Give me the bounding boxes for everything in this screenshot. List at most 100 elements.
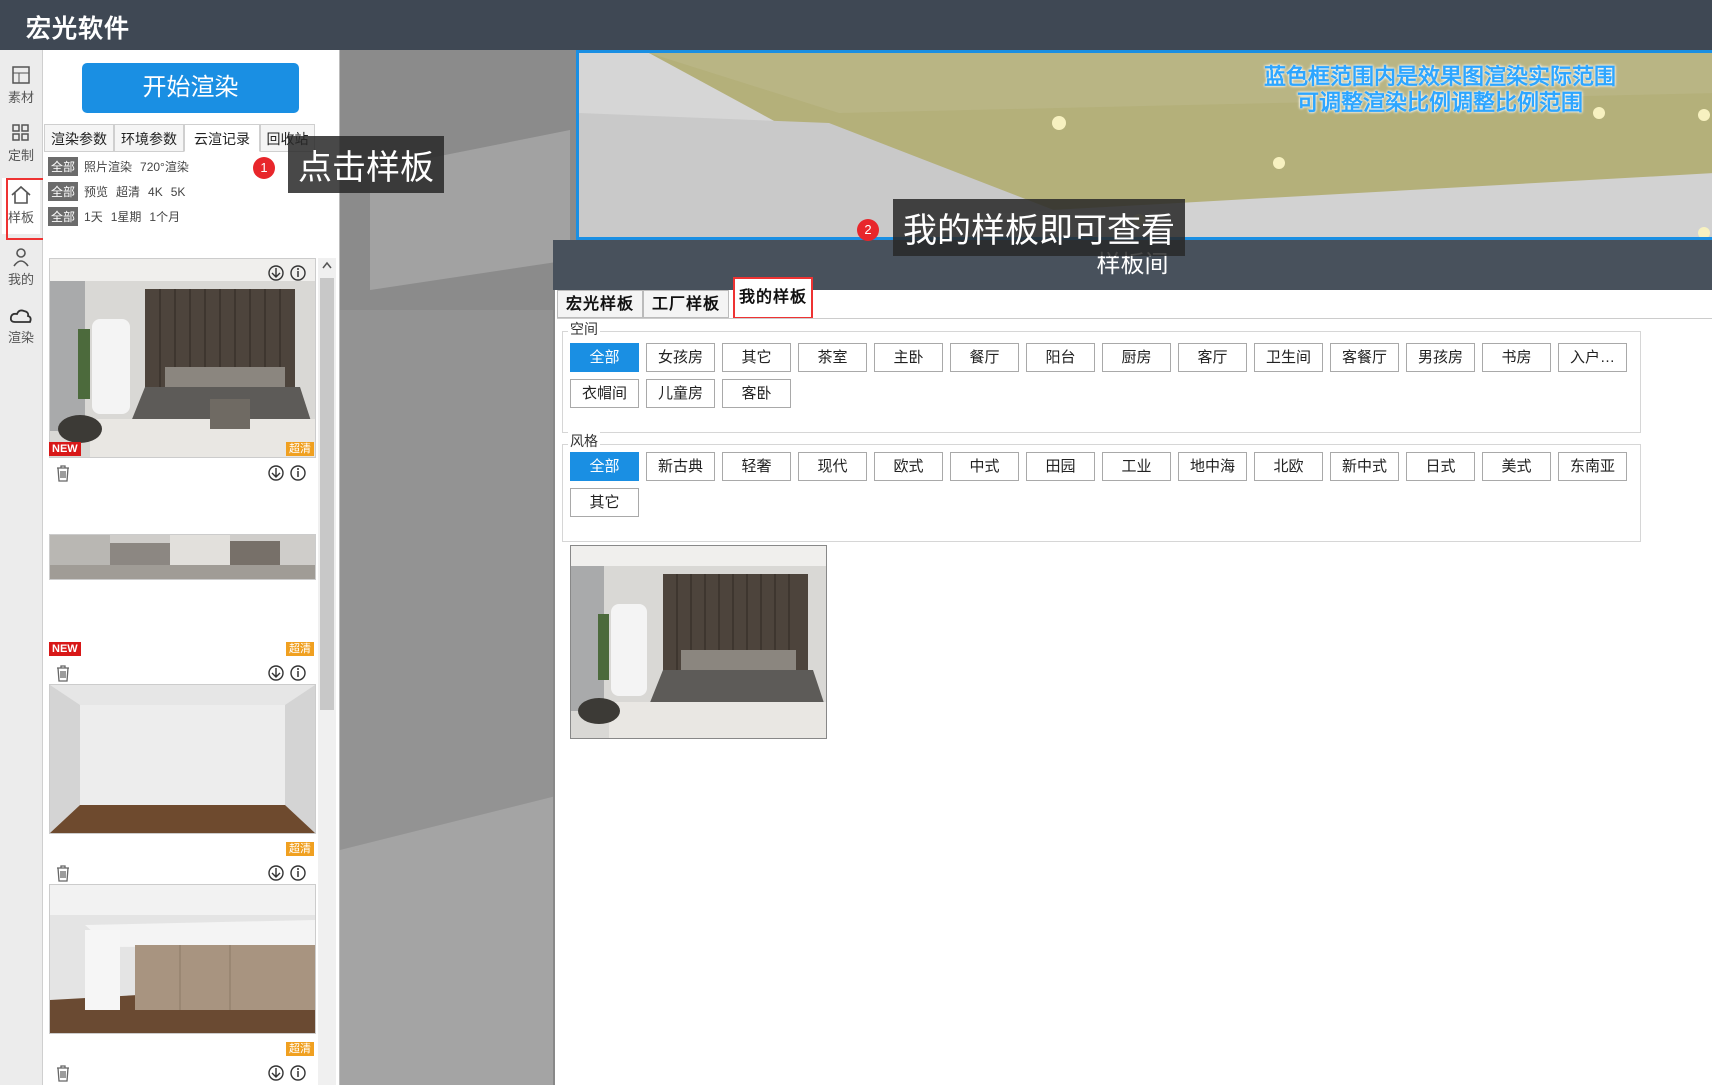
my-template-thumbnail[interactable] [570,545,827,739]
style-chip[interactable]: 现代 [798,452,867,481]
filter-option[interactable]: 全部 [48,157,79,176]
style-label: 风格 [568,431,600,451]
rail-label: 我的 [7,272,34,287]
start-render-button[interactable]: 开始渲染 [82,63,299,113]
filter-quality: 全部 预览 超清 4K 5K [48,182,193,202]
space-chip[interactable]: 儿童房 [646,379,715,408]
rail-item-render[interactable]: 渲染 [2,300,40,356]
render-thumbnail-bedroom[interactable] [49,258,316,458]
rail-label: 定制 [7,148,34,163]
filter-type: 全部 照片渲染 720°渲染 [48,157,197,177]
style-chip[interactable]: 工业 [1102,452,1171,481]
tab-render-params[interactable]: 渲染参数 [44,124,114,152]
space-chip[interactable]: 女孩房 [646,343,715,372]
style-chip[interactable]: 欧式 [874,452,943,481]
space-chip[interactable]: 衣帽间 [570,379,639,408]
space-chip[interactable]: 其它 [722,343,791,372]
style-chip[interactable]: 其它 [570,488,639,517]
space-chip[interactable]: 卫生间 [1254,343,1323,372]
filter-option[interactable]: 5K [171,185,186,199]
card-actions-icons[interactable] [267,1064,307,1082]
rail-label: 素材 [7,90,34,105]
filter-option[interactable]: 预览 [84,183,108,200]
style-chip[interactable]: 美式 [1482,452,1551,481]
tab-cloud-records[interactable]: 云渲记录 [184,124,260,152]
style-chip[interactable]: 中式 [950,452,1019,481]
title-bar [0,0,1712,50]
trash-icon[interactable] [55,664,71,682]
style-chip[interactable]: 新古典 [646,452,715,481]
callout-my-template: 我的样板即可查看 [893,199,1185,256]
tab-my-templates[interactable]: 我的样板 [733,277,813,319]
apps-icon [12,124,29,141]
space-chip[interactable]: 客厅 [1178,343,1247,372]
new-badge: NEW [49,642,81,656]
space-chip[interactable]: 全部 [570,343,639,372]
render-thumbnail-cabinet[interactable] [49,884,316,1034]
space-chip[interactable]: 主卧 [874,343,943,372]
rail-label: 渲染 [7,330,34,345]
card-actions [267,264,307,285]
rail-item-mine[interactable]: 我的 [2,240,40,296]
hd-badge: 超清 [286,1042,314,1056]
rail-item-material[interactable]: 素材 [2,58,40,114]
step-number-1: 1 [253,157,275,179]
hd-badge: 超清 [286,442,314,456]
card-actions-icons[interactable] [267,464,307,482]
space-chip[interactable]: 茶室 [798,343,867,372]
filter-option[interactable]: 1天 [84,208,103,225]
filter-option[interactable]: 1个月 [149,208,180,225]
space-label: 空间 [568,319,600,339]
style-chip[interactable]: 北欧 [1254,452,1323,481]
step-number-2: 2 [857,219,879,241]
tab-env-params[interactable]: 环境参数 [114,124,184,152]
space-chip[interactable]: 阳台 [1026,343,1095,372]
trash-icon[interactable] [55,1064,71,1082]
space-chip[interactable]: 入户… [1558,343,1627,372]
card-actions-icons[interactable] [267,664,307,682]
hd-badge: 超清 [286,642,314,656]
filter-option[interactable]: 4K [148,185,163,199]
style-chip[interactable]: 东南亚 [1558,452,1627,481]
style-chip[interactable]: 地中海 [1178,452,1247,481]
scrollbar-thumb[interactable] [320,278,334,710]
filter-time: 全部 1天 1星期 1个月 [48,207,188,227]
note-line: 可调整渲染比例调整比例范围 [1296,90,1583,115]
style-chip[interactable]: 全部 [570,452,639,481]
space-chip[interactable]: 厨房 [1102,343,1171,372]
tab-hongguang-templates[interactable]: 宏光样板 [557,290,643,318]
space-chip[interactable]: 餐厅 [950,343,1019,372]
style-chip[interactable]: 新中式 [1330,452,1399,481]
space-chip[interactable]: 书房 [1482,343,1551,372]
filter-option[interactable]: 720°渲染 [140,158,189,175]
trash-icon[interactable] [55,464,71,482]
tab-factory-templates[interactable]: 工厂样板 [643,290,729,318]
filter-option[interactable]: 超清 [116,183,140,200]
tab-divider [557,318,1712,319]
hd-badge: 超清 [286,842,314,856]
filter-option[interactable]: 照片渲染 [84,158,132,175]
style-chip[interactable]: 田园 [1026,452,1095,481]
space-chip[interactable]: 客餐厅 [1330,343,1399,372]
filter-option[interactable]: 1星期 [111,208,142,225]
render-frame-note: 蓝色框范围内是效果图渲染实际范围 可调整渲染比例调整比例范围 [1200,64,1680,116]
cloud-render-icon [9,309,32,323]
user-icon [13,248,29,267]
render-thumbnail-panorama[interactable] [49,534,316,580]
render-thumbnail-empty-room[interactable] [49,684,316,834]
card-actions-icons[interactable] [267,864,307,882]
space-chip[interactable]: 客卧 [722,379,791,408]
callout-click-template: 点击样板 [288,136,444,193]
rail-item-custom[interactable]: 定制 [2,116,40,172]
filter-option[interactable]: 全部 [48,182,79,201]
grid-icon [12,66,30,84]
style-chip[interactable]: 日式 [1406,452,1475,481]
chevron-up-icon[interactable] [321,260,333,270]
trash-icon[interactable] [55,864,71,882]
space-chip[interactable]: 男孩房 [1406,343,1475,372]
style-chip[interactable]: 轻奢 [722,452,791,481]
filter-option[interactable]: 全部 [48,207,79,226]
app-title: 宏光软件 [26,15,131,43]
new-badge: NEW [49,442,81,456]
note-line: 蓝色框范围内是效果图渲染实际范围 [1263,64,1616,89]
